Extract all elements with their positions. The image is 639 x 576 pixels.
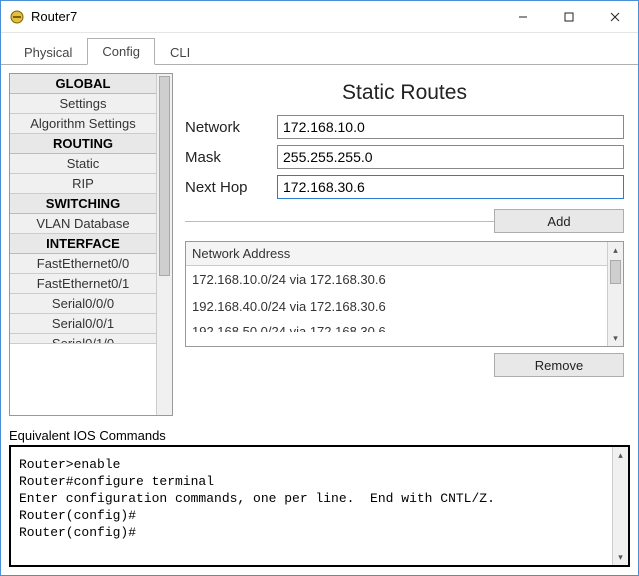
network-label: Network xyxy=(185,119,277,136)
sidebar-item-settings[interactable]: Settings xyxy=(10,94,156,114)
ios-label: Equivalent IOS Commands xyxy=(9,428,630,443)
sidebar-item-rip[interactable]: RIP xyxy=(10,174,156,194)
tab-bar: Physical Config CLI xyxy=(1,33,638,65)
nexthop-input[interactable] xyxy=(277,175,624,199)
tab-physical[interactable]: Physical xyxy=(9,39,87,65)
ios-section: Equivalent IOS Commands Router>enable Ro… xyxy=(1,424,638,575)
content-area: GLOBAL Settings Algorithm Settings ROUTI… xyxy=(1,65,638,424)
routes-scrollbar-thumb[interactable] xyxy=(610,260,621,284)
remove-button[interactable]: Remove xyxy=(494,353,624,377)
sidebar-item-vlan-database[interactable]: VLAN Database xyxy=(10,214,156,234)
sidebar-item-s001[interactable]: Serial0/0/1 xyxy=(10,314,156,334)
nexthop-label: Next Hop xyxy=(185,179,277,196)
sidebar-item-s000[interactable]: Serial0/0/0 xyxy=(10,294,156,314)
mask-label: Mask xyxy=(185,149,277,166)
scroll-up-icon[interactable]: ▴ xyxy=(613,447,628,463)
routes-scrollbar[interactable]: ▴ ▾ xyxy=(607,242,623,346)
tab-config[interactable]: Config xyxy=(87,38,155,65)
sidebar-header-global: GLOBAL xyxy=(10,74,156,94)
close-button[interactable] xyxy=(592,1,638,33)
tab-cli[interactable]: CLI xyxy=(155,39,205,65)
sidebar-item-s010[interactable]: Serial0/1/0 xyxy=(10,334,156,344)
sidebar-item-static[interactable]: Static xyxy=(10,154,156,174)
sidebar-item-fe01[interactable]: FastEthernet0/1 xyxy=(10,274,156,294)
app-icon xyxy=(9,9,25,25)
route-row[interactable]: 172.168.10.0/24 via 172.168.30.6 xyxy=(186,266,607,293)
sidebar: GLOBAL Settings Algorithm Settings ROUTI… xyxy=(9,73,173,416)
ios-scrollbar[interactable]: ▴ ▾ xyxy=(612,447,628,565)
static-routes-panel: Static Routes Network Mask Next Hop Add … xyxy=(179,73,630,416)
divider xyxy=(185,221,494,222)
scroll-down-icon[interactable]: ▾ xyxy=(613,549,628,565)
ios-output[interactable]: Router>enable Router#configure terminal … xyxy=(11,447,612,565)
mask-input[interactable] xyxy=(277,145,624,169)
routes-list-header: Network Address xyxy=(186,242,607,266)
sidebar-header-interface: INTERFACE xyxy=(10,234,156,254)
add-button[interactable]: Add xyxy=(494,209,624,233)
route-row[interactable]: 192.168.50.0/24 via 172.168.30.6 xyxy=(186,320,607,332)
sidebar-scrollbar-thumb[interactable] xyxy=(159,76,170,276)
network-input[interactable] xyxy=(277,115,624,139)
scroll-up-icon[interactable]: ▴ xyxy=(608,242,623,258)
panel-title: Static Routes xyxy=(185,81,624,105)
maximize-button[interactable] xyxy=(546,1,592,33)
sidebar-item-fe00[interactable]: FastEthernet0/0 xyxy=(10,254,156,274)
route-row[interactable]: 192.168.40.0/24 via 172.168.30.6 xyxy=(186,293,607,320)
scroll-down-icon[interactable]: ▾ xyxy=(608,330,623,346)
sidebar-header-routing: ROUTING xyxy=(10,134,156,154)
routes-list: Network Address 172.168.10.0/24 via 172.… xyxy=(185,241,624,347)
sidebar-scrollbar[interactable] xyxy=(156,74,172,415)
titlebar: Router7 xyxy=(1,1,638,33)
sidebar-item-algorithm-settings[interactable]: Algorithm Settings xyxy=(10,114,156,134)
window-title: Router7 xyxy=(31,9,77,24)
sidebar-header-switching: SWITCHING xyxy=(10,194,156,214)
minimize-button[interactable] xyxy=(500,1,546,33)
